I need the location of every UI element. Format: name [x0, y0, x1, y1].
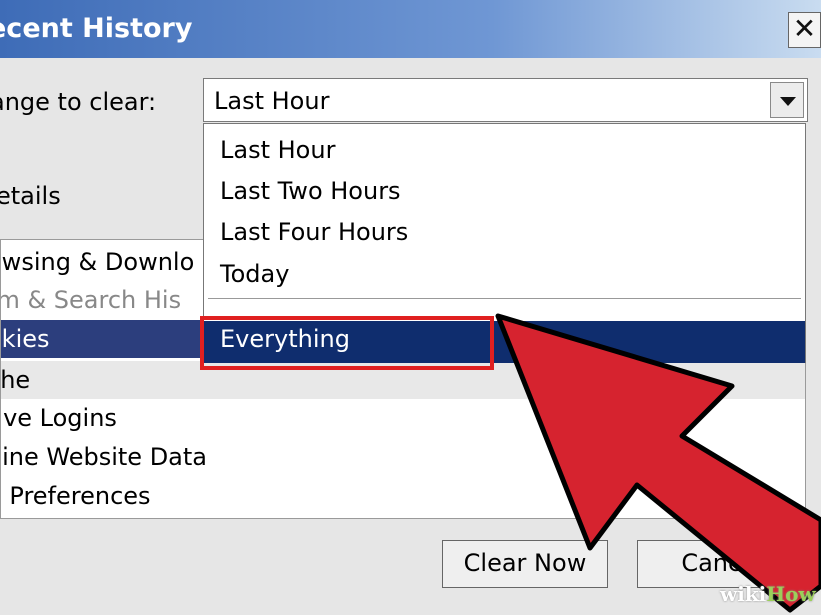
wikihow-watermark: wikiHow: [720, 582, 816, 606]
pointer-arrow-icon: [495, 313, 821, 613]
